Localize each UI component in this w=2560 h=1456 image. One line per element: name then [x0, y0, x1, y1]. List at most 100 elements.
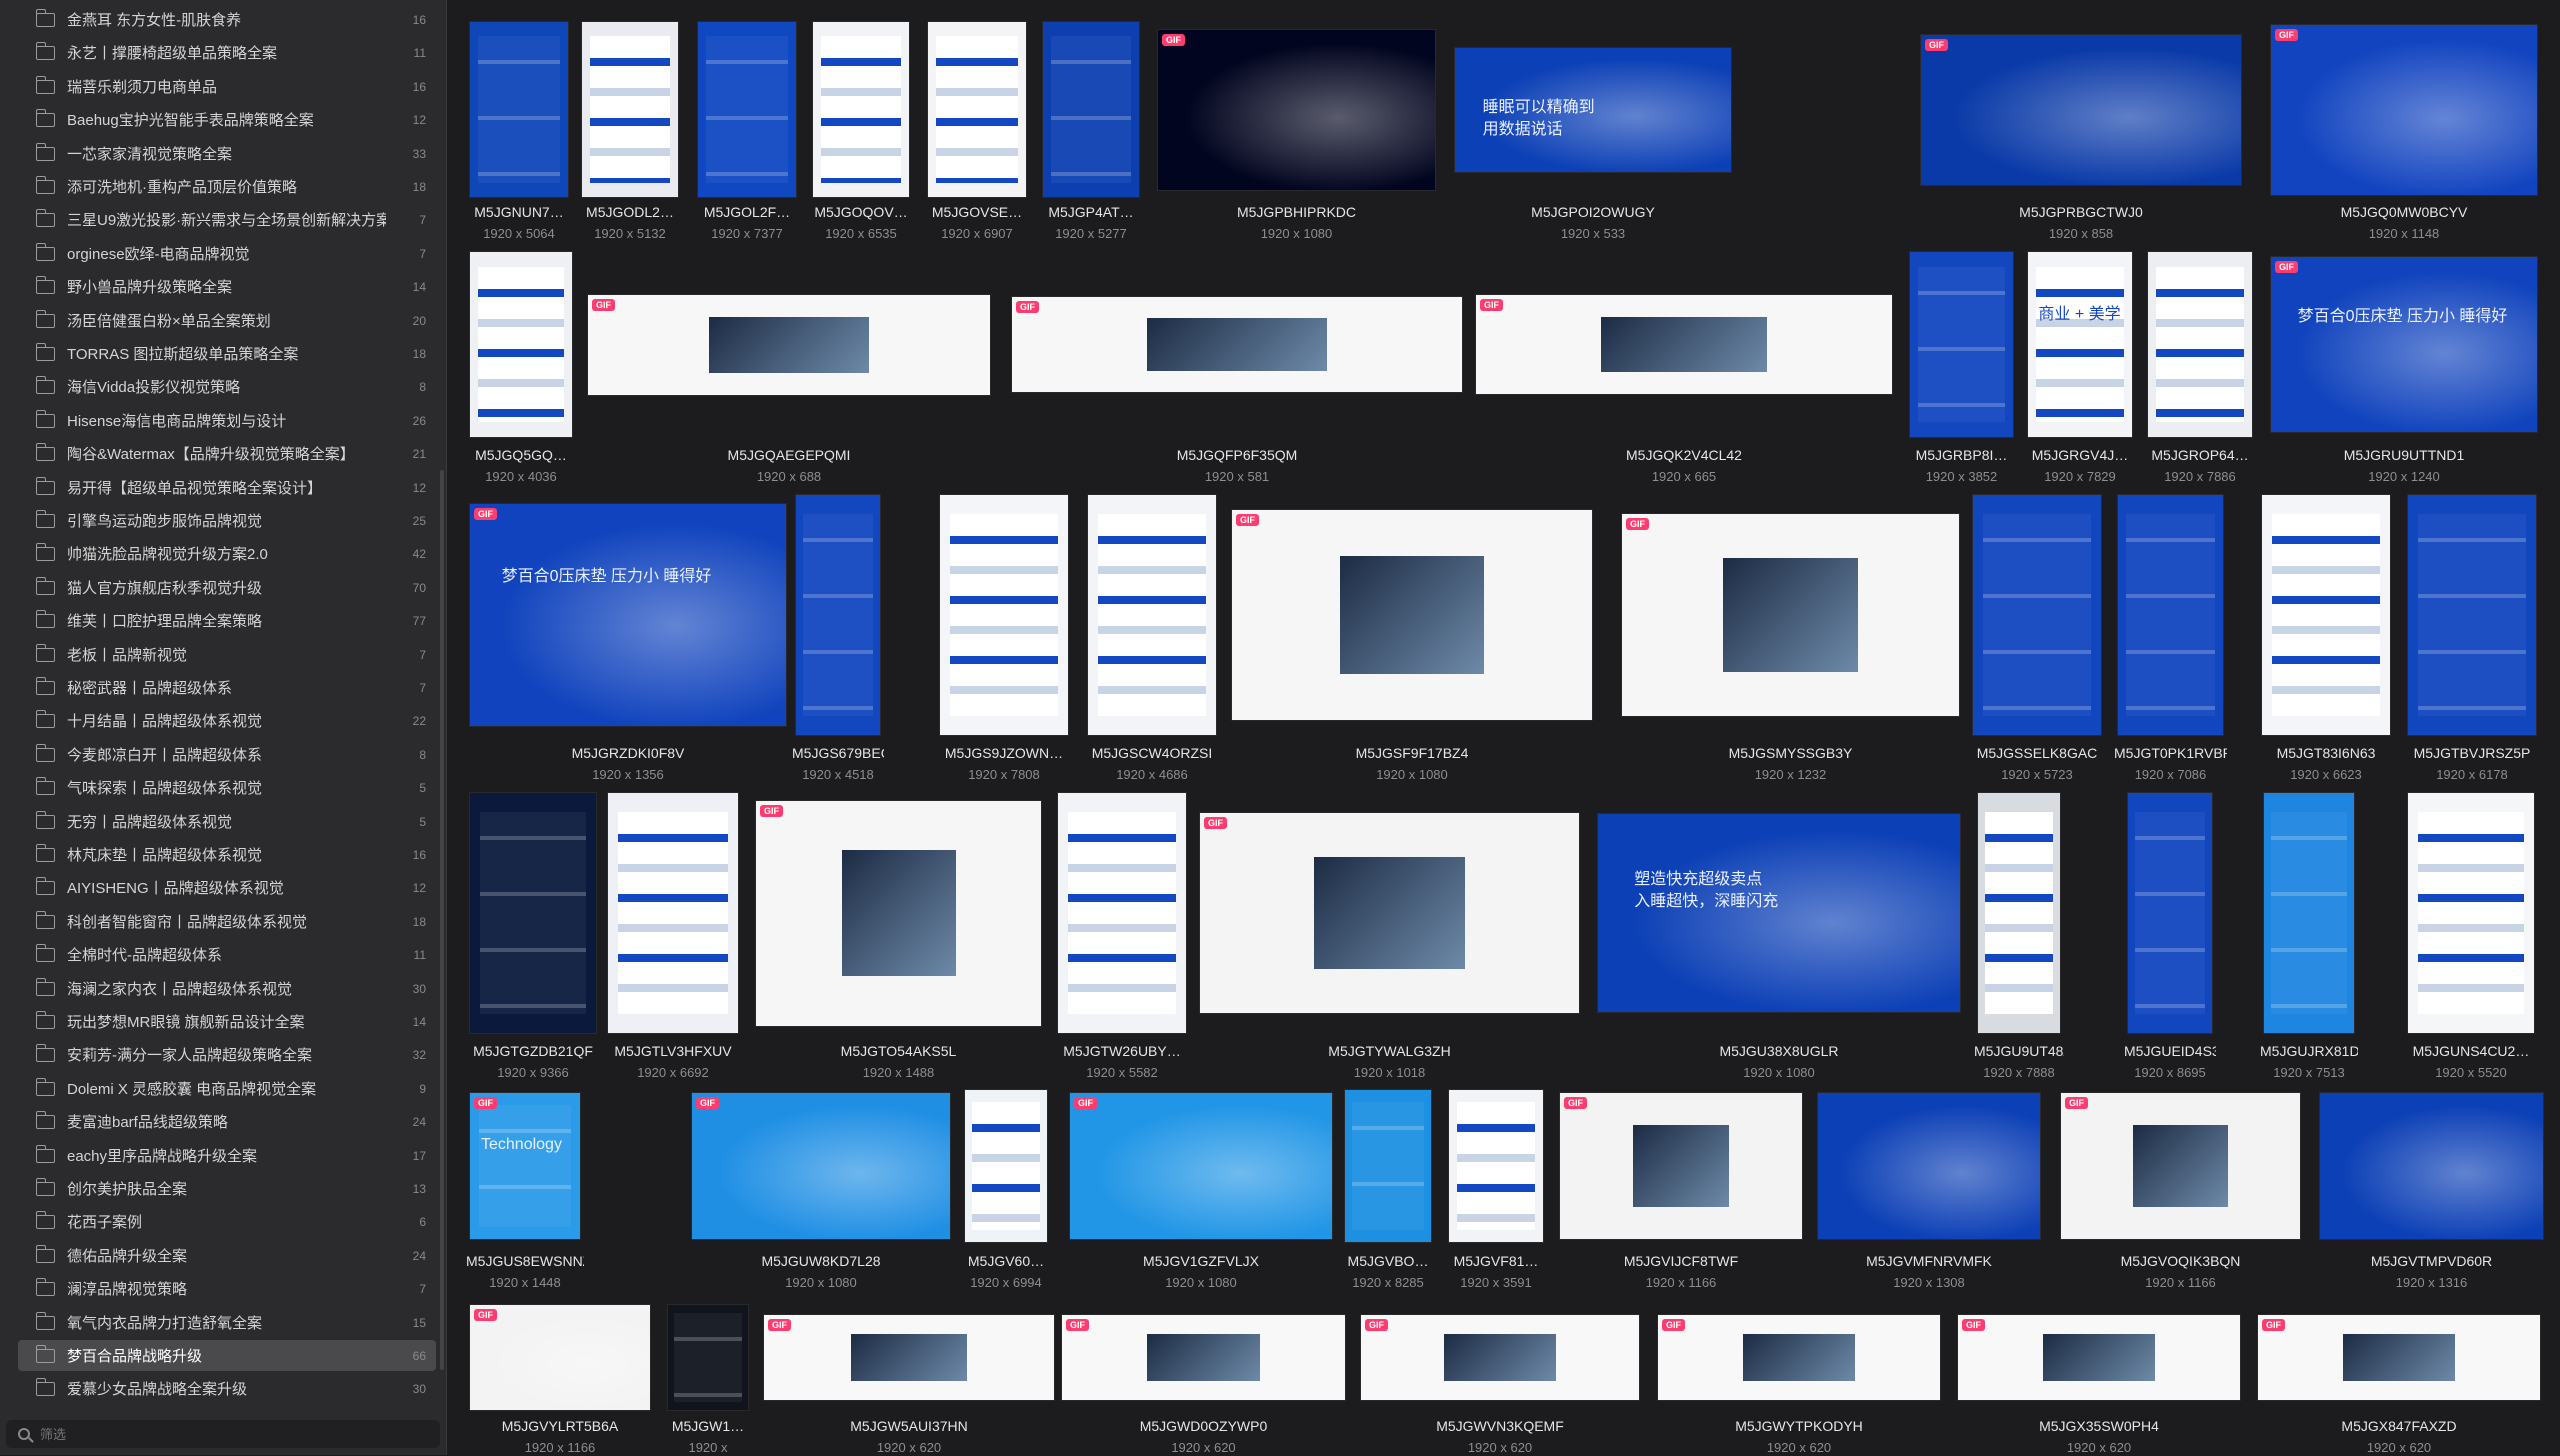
asset-tile[interactable]: M5JGS9JZOWN… 1920 x 7808 [940, 495, 1068, 783]
asset-thumbnail[interactable] [470, 252, 572, 437]
folder-item[interactable]: 猫人官方旗舰店秋季视觉升级 70 [18, 572, 436, 603]
asset-thumbnail[interactable]: GIF [1658, 1315, 1940, 1400]
asset-thumbnail[interactable]: 塑造快充超级卖点 入睡超快，深睡闪充 [1598, 814, 1960, 1012]
asset-tile[interactable]: GIF M5JGQAEGEPQMI 1920 x 688 [588, 294, 990, 486]
asset-tile[interactable]: GIF M5JGPRBGCTWJ0 1920 x 858 [1921, 34, 2241, 243]
folder-item[interactable]: 爱慕少女品牌战略全案升级 30 [18, 1373, 436, 1404]
asset-thumbnail[interactable]: GIF [1200, 813, 1579, 1013]
asset-tile[interactable]: GIF M5JGVOQIK3BQN 1920 x 1166 [2061, 1093, 2300, 1291]
folder-item[interactable]: orginese欧绎-电商品牌视觉 7 [18, 238, 436, 269]
asset-tile[interactable]: M5JGSCW4ORZSI 1920 x 4686 [1088, 495, 1216, 783]
asset-thumbnail[interactable]: GIF [2258, 1315, 2540, 1400]
asset-thumbnail[interactable] [2148, 252, 2252, 437]
asset-thumbnail[interactable] [940, 495, 1068, 735]
asset-tile[interactable]: GIF M5JGSF9F17BZ4 1920 x 1080 [1232, 510, 1592, 783]
folder-item[interactable]: 今麦郎凉白开丨品牌超级体系 8 [18, 739, 436, 770]
asset-tile[interactable]: M5JGUEID4S35N 1920 x 8695 [2124, 793, 2216, 1081]
folder-item[interactable]: 易开得【超级单品视觉策略全案设计】 12 [18, 472, 436, 503]
folder-item[interactable]: 引擎鸟运动跑步服饰品牌视觉 25 [18, 505, 436, 536]
asset-tile[interactable]: GIF M5JGQK2V4CL42 1920 x 665 [1476, 295, 1892, 485]
asset-thumbnail[interactable] [470, 22, 568, 197]
asset-thumbnail[interactable]: GIF [470, 1305, 650, 1410]
asset-tile[interactable]: M5JGU9UT48A63 1920 x 7888 [1974, 793, 2064, 1081]
asset-tile[interactable]: 塑造快充超级卖点 入睡超快，深睡闪充 M5JGU38X8UGLR 1920 x 10… [1598, 814, 1960, 1081]
folder-item[interactable]: 全棉时代-品牌超级体系 11 [18, 939, 436, 970]
asset-tile[interactable]: 睡眠可以精确到 用数据说话 M5JGPOI2OWUGY 1920 x 533 [1455, 47, 1731, 243]
folder-item[interactable]: 海澜之家内衣丨品牌超级体系视觉 30 [18, 973, 436, 1004]
asset-thumbnail[interactable] [928, 22, 1026, 197]
asset-tile[interactable]: M5JGNUN7… 1920 x 5064 [470, 22, 568, 242]
asset-thumbnail[interactable] [2408, 793, 2534, 1033]
folder-item[interactable]: 科创者智能窗帘丨品牌超级体系视觉 18 [18, 906, 436, 937]
folder-item[interactable]: 添可洗地机·重构产品顶层价值策略 18 [18, 171, 436, 202]
asset-tile[interactable]: GIF M5JGTO54AKS5L 1920 x 1488 [756, 800, 1041, 1082]
folder-item[interactable]: 创尔美护肤品全案 13 [18, 1173, 436, 1204]
asset-tile[interactable]: GIF M5JGQFP6F35QM 1920 x 581 [1012, 297, 1462, 485]
asset-thumbnail[interactable]: GIF [1361, 1315, 1639, 1400]
folder-item[interactable]: 玩出梦想MR眼镜 旗舰新品设计全案 14 [18, 1006, 436, 1037]
asset-thumbnail[interactable] [1910, 252, 2013, 437]
asset-thumbnail[interactable]: GIF [1012, 297, 1462, 392]
folder-item[interactable]: Baehug宝护光智能手表品牌策略全案 12 [18, 104, 436, 135]
asset-tile[interactable]: GIF M5JGWVN3KQEMF 1920 x 620 [1361, 1315, 1639, 1456]
folder-item[interactable]: 林芃床垫丨品牌超级体系视觉 16 [18, 839, 436, 870]
asset-thumbnail[interactable] [1978, 793, 2060, 1033]
asset-tile[interactable]: GIF M5JGVIJCF8TWF 1920 x 1166 [1560, 1093, 1802, 1291]
folder-item[interactable]: Dolemi X 灵感胶囊 电商品牌视觉全案 9 [18, 1073, 436, 1104]
asset-thumbnail[interactable] [470, 793, 596, 1033]
asset-tile[interactable]: GIF M5JGX35SW0PH4 1920 x 620 [1958, 1315, 2240, 1456]
folder-item[interactable]: 金燕耳 东方女性-肌肤食养 16 [18, 4, 436, 35]
asset-tile[interactable]: M5JGUNS4CU2… 1920 x 5520 [2408, 793, 2534, 1081]
asset-thumbnail[interactable] [1973, 495, 2101, 735]
asset-tile[interactable]: M5JGODL2… 1920 x 5132 [582, 22, 678, 242]
asset-thumbnail[interactable]: 梦百合0压床垫 压力小 睡得好 GIF [2271, 257, 2537, 432]
asset-thumbnail[interactable] [698, 22, 796, 197]
asset-thumbnail[interactable]: GIF [588, 294, 990, 395]
asset-tile[interactable]: GIF M5JGX847FAXZD 1920 x 620 [2258, 1315, 2540, 1456]
asset-tile[interactable]: M5JGW1… 1920 x [668, 1305, 748, 1456]
folder-item[interactable]: 帅猫洗脸品牌视觉升级方案2.0 42 [18, 538, 436, 569]
asset-tile[interactable]: M5JGS679BEO5R 1920 x 4518 [792, 495, 884, 783]
asset-tile[interactable]: M5JGT0PK1RVBP 1920 x 7086 [2114, 495, 2227, 783]
asset-thumbnail[interactable]: GIF [692, 1093, 950, 1239]
filter-bar[interactable] [6, 1420, 440, 1448]
asset-thumbnail[interactable]: GIF [1232, 510, 1592, 720]
folder-item[interactable]: 一芯家家清视觉策略全案 33 [18, 138, 436, 169]
asset-thumbnail[interactable]: GIF [1158, 29, 1435, 190]
folder-item[interactable]: 维芙丨口腔护理品牌全案策略 77 [18, 605, 436, 636]
asset-thumbnail[interactable] [2408, 495, 2536, 735]
asset-thumbnail[interactable] [582, 22, 678, 197]
folder-item[interactable]: 麦富迪barf品线超级策略 24 [18, 1106, 436, 1137]
asset-thumbnail[interactable] [608, 793, 738, 1033]
folder-item[interactable]: 老板丨品牌新视觉 7 [18, 639, 436, 670]
asset-thumbnail[interactable] [2262, 495, 2390, 735]
asset-tile[interactable]: M5JGVMFNRVMFK 1920 x 1308 [1818, 1093, 2040, 1291]
asset-tile[interactable]: M5JGOL2F… 1920 x 7377 [698, 22, 796, 242]
asset-thumbnail[interactable]: GIF [756, 800, 1041, 1026]
folder-item[interactable]: 瑞菩乐剃须刀电商单品 16 [18, 71, 436, 102]
asset-tile[interactable]: M5JGROP64… 1920 x 7886 [2148, 252, 2252, 485]
folder-item[interactable]: TORRAS 图拉斯超级单品策略全案 18 [18, 338, 436, 369]
asset-tile[interactable]: GIF M5JGTYWALG3ZH 1920 x 1018 [1200, 813, 1579, 1081]
asset-tile[interactable]: GIF M5JGV1GZFVLJX 1920 x 1080 [1070, 1093, 1332, 1291]
folder-item[interactable]: 野小兽品牌升级策略全案 14 [18, 271, 436, 302]
folder-item[interactable]: 陶谷&Watermax【品牌升级视觉策略全案】 21 [18, 438, 436, 469]
folder-item[interactable]: 汤臣倍健蛋白粉×单品全案策划 20 [18, 305, 436, 336]
folder-item[interactable]: 无穷丨品牌超级体系视觉 5 [18, 806, 436, 837]
asset-tile[interactable]: 梦百合0压床垫 压力小 睡得好 GIF M5JGRZDKI0F8V 1920 x 13… [470, 504, 786, 783]
asset-thumbnail[interactable] [1043, 22, 1139, 197]
asset-tile[interactable]: GIF M5JGWD0OZYWP0 1920 x 620 [1062, 1315, 1345, 1456]
asset-thumbnail[interactable]: 睡眠可以精确到 用数据说话 [1455, 47, 1731, 172]
asset-tile[interactable]: 梦百合0压床垫 压力小 睡得好 GIF M5JGRU9UTTND1 1920 x 12… [2271, 257, 2537, 485]
asset-thumbnail[interactable]: GIF [2061, 1093, 2300, 1239]
asset-tile[interactable]: M5JGTLV3HFXUV 1920 x 6692 [608, 793, 738, 1081]
folder-item[interactable]: 气味探索丨品牌超级体系视觉 5 [18, 772, 436, 803]
asset-thumbnail[interactable]: GIF [1622, 514, 1959, 716]
asset-tile[interactable]: 商业 + 美学 M5JGRGV4J… 1920 x 7829 [2028, 252, 2132, 485]
asset-thumbnail[interactable]: GIF [1070, 1093, 1332, 1239]
folder-item[interactable]: 海信Vidda投影仪视觉策略 8 [18, 371, 436, 402]
asset-tile[interactable]: GIF M5JGWYTPKODYH 1920 x 620 [1658, 1315, 1940, 1456]
asset-tile[interactable]: M5JGT83I6N63 1920 x 6623 [2262, 495, 2390, 783]
asset-thumbnail[interactable] [1088, 495, 1216, 735]
folder-item[interactable]: 安莉芳-满分一家人品牌超级策略全案 32 [18, 1039, 436, 1070]
